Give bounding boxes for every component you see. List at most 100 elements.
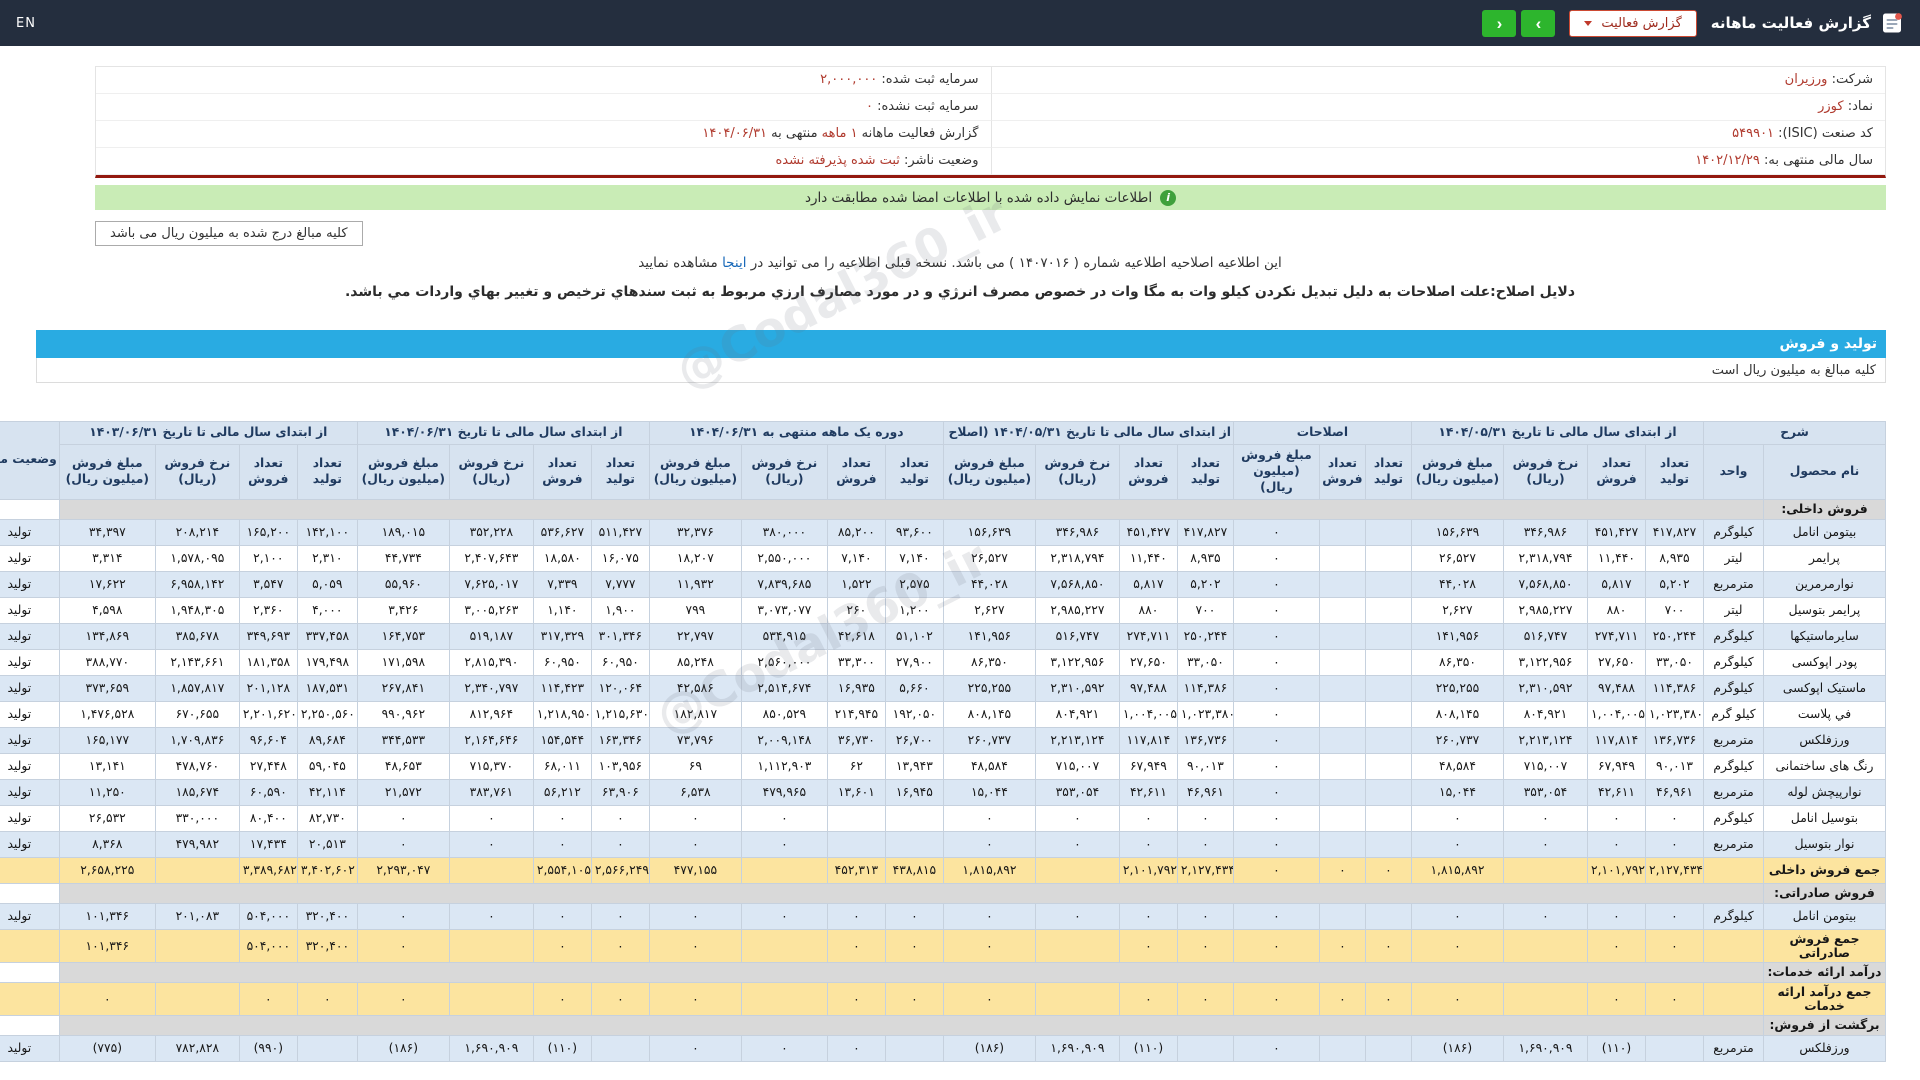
table-row: في پلاستکیلو گرم۱,۰۲۳,۳۸۰۱,۰۰۴,۰۰۵۸۰۴,۹۲… [0, 701, 1886, 727]
value-cell [591, 1035, 649, 1061]
value-cell: ۱۳,۶۰۱ [827, 779, 885, 805]
info-label: سال مالی منتهی به: [1760, 153, 1873, 168]
value-cell: ۲,۳۱۸,۷۹۴ [1035, 545, 1119, 571]
value-cell: ۰ [1233, 779, 1319, 805]
info-label: سرمایه ثبت نشده: [873, 99, 979, 114]
section-header-production-sales: تولید و فروش [36, 330, 1886, 358]
product-name-cell: بیتومن انامل [1764, 903, 1886, 929]
value-cell: ۸۵,۲۴۸ [649, 649, 741, 675]
value-cell: ۱,۶۹۰,۹۰۹ [449, 1035, 533, 1061]
value-cell: ۱۱,۲۵۰ [59, 779, 155, 805]
value-cell [885, 831, 943, 857]
value-cell: ۱۸,۲۰۷ [649, 545, 741, 571]
section-label: درآمد ارائه خدمات: [1764, 962, 1886, 982]
value-cell: ۱,۲۱۵,۶۳۰ [591, 701, 649, 727]
column-group-header: از ابتدای سال مالی تا تاریخ ۱۴۰۴/۰۵/۳۱ (… [943, 422, 1233, 445]
company-info-item: شرکت: ورزیران [991, 67, 1886, 94]
value-cell: ۱۶,۹۴۵ [885, 779, 943, 805]
value-cell: ۳۳,۳۰۰ [827, 649, 885, 675]
value-cell: ۰ [1119, 831, 1177, 857]
prev-report-button[interactable]: ‹ [1482, 10, 1516, 37]
value-cell: ۷۳,۷۹۶ [649, 727, 741, 753]
table-row: ورزفلکسمترمربع(۱۱۰)۱,۶۹۰,۹۰۹(۱۸۶)۰(۱۱۰)۱… [0, 1035, 1886, 1061]
value-cell [741, 929, 827, 962]
table-subheader-row: نام محصولواحدتعداد تولیدتعداد فروشنرخ فر… [0, 444, 1886, 499]
value-cell: ۳,۰۰۵,۲۶۳ [449, 597, 533, 623]
unit-cell: کیلوگرم [1703, 675, 1763, 701]
column-header: تعداد تولید [591, 444, 649, 499]
value-cell: ۳۶,۷۳۰ [827, 727, 885, 753]
value-cell: ۴۳۸,۸۱۵ [885, 857, 943, 883]
value-cell: ۰ [1645, 903, 1703, 929]
info-label: کد صنعت (ISIC): [1774, 126, 1873, 141]
value-cell: ۱۴۲,۱۰۰ [297, 519, 357, 545]
language-switch-en[interactable]: EN [16, 16, 36, 31]
column-group-header: اصلاحات [1233, 422, 1411, 445]
value-cell: ۰ [1177, 929, 1233, 962]
value-cell: ۰ [591, 805, 649, 831]
value-cell: ۷۱۵,۰۰۷ [1503, 753, 1587, 779]
value-cell [1319, 545, 1365, 571]
value-cell: ۰ [1233, 675, 1319, 701]
value-cell: ۸۰۸,۱۴۵ [943, 701, 1035, 727]
table-row: بیتومن اناملکیلوگرم۰۰۰۰۰۰۰۰۰۰۰۰۰۰۰۰۰۳۲۰,… [0, 903, 1886, 929]
value-cell: ۱۴۱,۹۵۶ [943, 623, 1035, 649]
unit-cell [1703, 982, 1763, 1015]
section-fill [59, 1015, 1763, 1035]
value-cell: ۲,۹۸۵,۲۲۷ [1035, 597, 1119, 623]
value-cell: ۱,۵۷۸,۰۹۵ [155, 545, 239, 571]
inline-link[interactable]: اینجا [722, 255, 746, 271]
value-cell [741, 857, 827, 883]
value-cell: ۹۹۰,۹۶۲ [357, 701, 449, 727]
company-info-item: سرمایه ثبت نشده: ۰ [96, 94, 991, 121]
value-cell: ۱,۱۴۰ [533, 597, 591, 623]
value-cell: ۵,۰۵۹ [297, 571, 357, 597]
value-cell: ۱,۱۱۲,۹۰۳ [741, 753, 827, 779]
value-cell: ۲۵۰,۲۴۴ [1645, 623, 1703, 649]
value-cell: ۲,۵۶۰,۰۰۰ [741, 649, 827, 675]
value-cell: ۵۱۶,۷۴۷ [1503, 623, 1587, 649]
value-cell [1319, 753, 1365, 779]
value-cell: ۸۸۰ [1119, 597, 1177, 623]
value-cell: ۱۵۶,۶۳۹ [1411, 519, 1503, 545]
report-type-dropdown[interactable]: گزارش فعالیت [1569, 10, 1696, 37]
value-cell [155, 982, 239, 1015]
column-header: مبلغ فروش (میلیون ریال) [59, 444, 155, 499]
value-cell [1365, 623, 1411, 649]
value-cell: (۱۸۶) [357, 1035, 449, 1061]
company-link[interactable]: ورزیران [1785, 72, 1828, 87]
next-report-button[interactable]: › [1521, 10, 1555, 37]
value-cell: ۰ [649, 982, 741, 1015]
value-cell: ۰ [1233, 1035, 1319, 1061]
table-row: سایرماستیکهاکیلوگرم۲۵۰,۲۴۴۲۷۴,۷۱۱۵۱۶,۷۴۷… [0, 623, 1886, 649]
value-cell: (۱۱۰) [1119, 1035, 1177, 1061]
value-cell: ۲۰,۵۱۳ [297, 831, 357, 857]
value-cell: ۱۳۶,۷۳۶ [1645, 727, 1703, 753]
value-cell: ۲۶۰,۷۳۷ [943, 727, 1035, 753]
value-cell: ۳۵۳,۰۵۴ [1035, 779, 1119, 805]
value-cell: ۰ [239, 982, 297, 1015]
column-header: تعداد تولید [1645, 444, 1703, 499]
value-cell: ۳۳۷,۴۵۸ [297, 623, 357, 649]
value-cell: ۵۰۴,۰۰۰ [239, 903, 297, 929]
product-name-cell: بتوسیل انامل [1764, 805, 1886, 831]
table-row: بتوسیل اناملکیلوگرم۰۰۰۰۰۰۰۰۰۰۰۰۰۰۰۸۲,۷۳۰… [0, 805, 1886, 831]
value-cell [1365, 545, 1411, 571]
value-cell: ۱۰۳,۹۵۶ [591, 753, 649, 779]
value-cell: ۰ [741, 903, 827, 929]
info-label: وضعیت ناشر: [900, 153, 979, 168]
status-cell: تولید [0, 727, 59, 753]
value-cell: ۳۰۱,۳۴۶ [591, 623, 649, 649]
product-name-cell: ورزفلکس [1764, 1035, 1886, 1061]
info-label: مشاهده نمایید [638, 255, 722, 271]
value-cell [1365, 675, 1411, 701]
value-cell: ۱۵,۰۴۴ [1411, 779, 1503, 805]
value-cell: ۰ [1587, 903, 1645, 929]
value-cell: ۱,۰۲۳,۳۸۰ [1177, 701, 1233, 727]
value-cell: ۱,۹۴۸,۳۰۵ [155, 597, 239, 623]
status-cell: تولید [0, 753, 59, 779]
value-cell: ۵۳۴,۹۱۵ [741, 623, 827, 649]
status-cell: تولید [0, 701, 59, 727]
value-cell: ۳,۴۲۶ [357, 597, 449, 623]
value-cell: ۰ [943, 831, 1035, 857]
